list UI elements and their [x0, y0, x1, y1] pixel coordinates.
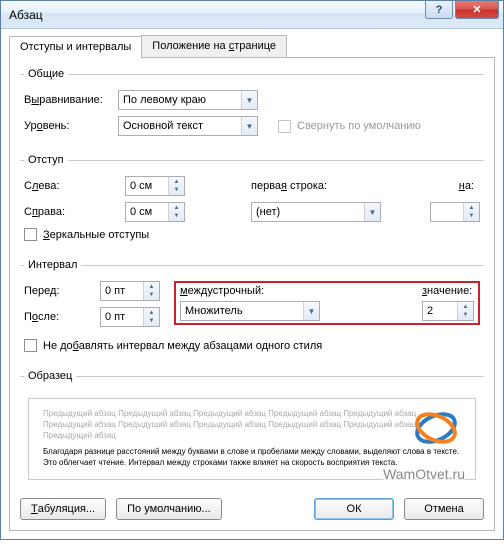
label-firstline: первая строка: [251, 180, 424, 192]
preview-gray-text: Предыдущий абзац Предыдущий абзац Предыд… [43, 409, 461, 441]
combo-firstline[interactable]: (нет)▼ [251, 202, 381, 222]
label-alignment: Выравнивание: [24, 94, 112, 106]
label-before: Перед: [24, 285, 94, 297]
combo-level[interactable]: Основной текст ▼ [118, 116, 258, 136]
legend-preview: Образец [24, 370, 76, 382]
label-at: значение: [422, 285, 474, 297]
ok-button[interactable]: ОК [314, 498, 394, 520]
help-button[interactable]: ? [425, 1, 453, 19]
watermark-logo-icon [411, 403, 461, 453]
checkbox-nospace[interactable] [24, 339, 37, 352]
group-general: Общие Выравнивание: По левому краю ▼ Уро… [20, 68, 484, 150]
spin-by[interactable]: ▲▼ [430, 202, 480, 222]
group-spacing: Интервал Перед: 0 пт▲▼ После: 0 пт▲▼ м [20, 259, 484, 366]
spin-left[interactable]: 0 см▲▼ [125, 176, 185, 196]
label-level: Уровень: [24, 120, 112, 132]
chevron-down-icon: ▼ [241, 91, 257, 109]
group-indent: Отступ Слева: 0 см▲▼ первая строка: на: … [20, 154, 484, 255]
chevron-down-icon: ▼ [364, 203, 380, 221]
group-preview: Образец Предыдущий абзац Предыдущий абза… [20, 370, 484, 490]
combo-alignment[interactable]: По левому краю ▼ [118, 90, 258, 110]
spin-at[interactable]: 2▲▼ [422, 301, 474, 321]
tabs-button[interactable]: Табуляция... [20, 498, 106, 520]
spin-before[interactable]: 0 пт▲▼ [100, 281, 160, 301]
window-title: Абзац [9, 8, 43, 22]
legend-general: Общие [24, 68, 68, 80]
label-after: После: [24, 311, 94, 323]
default-button[interactable]: По умолчанию... [116, 498, 222, 520]
watermark-text: WamOtvet.ru [383, 465, 465, 484]
legend-spacing: Интервал [24, 259, 81, 271]
label-collapse: Свернуть по умолчанию [297, 120, 421, 132]
cancel-button[interactable]: Отмена [404, 498, 484, 520]
title-bar: Абзац ? ✕ [1, 1, 503, 29]
label-mirror: Зеркальные отступы [43, 229, 149, 241]
spin-right[interactable]: 0 см▲▼ [125, 202, 185, 222]
close-button[interactable]: ✕ [455, 1, 499, 19]
spin-after[interactable]: 0 пт▲▼ [100, 307, 160, 327]
checkbox-mirror[interactable] [24, 228, 37, 241]
label-by: на: [459, 180, 474, 192]
preview-box: Предыдущий абзац Предыдущий абзац Предыд… [28, 398, 476, 480]
tab-indents-spacing[interactable]: Отступы и интервалы [9, 36, 142, 58]
legend-indent: Отступ [24, 154, 68, 166]
tab-strip: Отступы и интервалы Положение на страниц… [9, 35, 495, 58]
tab-page-position[interactable]: Положение на странице [141, 35, 287, 57]
combo-linespacing[interactable]: Множитель▼ [180, 301, 320, 321]
label-nospace: Не добавлять интервал между абзацами одн… [43, 340, 322, 352]
label-right: Справа: [24, 206, 119, 218]
chevron-down-icon: ▼ [241, 117, 257, 135]
label-linespacing: междустрочный: [180, 285, 414, 297]
chevron-down-icon: ▼ [303, 302, 319, 320]
checkbox-collapse[interactable] [278, 120, 291, 133]
label-left: Слева: [24, 180, 119, 192]
